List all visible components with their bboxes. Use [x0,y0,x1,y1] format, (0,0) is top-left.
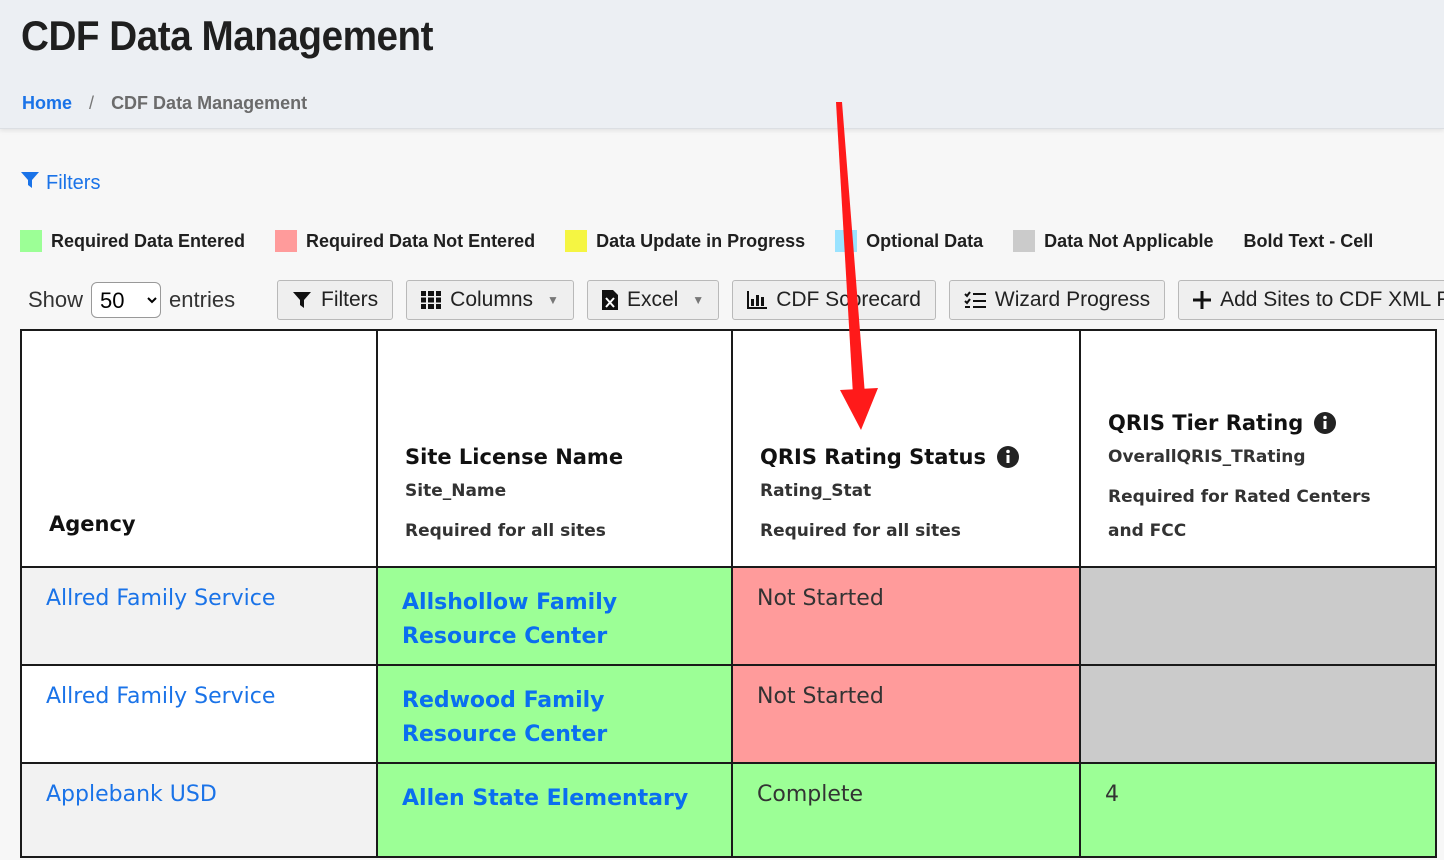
legend-swatch-blue [835,230,858,252]
page-header: CDF Data Management Home / CDF Data Mana… [0,0,1444,129]
wizard-progress-button-label: Wizard Progress [994,288,1151,311]
show-entries-prefix: Show [28,287,84,312]
table-row: Allred Family Service Redwood Family Res… [20,664,1437,764]
breadcrumb-home-link[interactable]: Home [22,93,72,113]
site-name-link[interactable]: Allen State Elementary [402,786,688,811]
filters-button-label: Filters [321,288,379,311]
legend-swatch-red [275,230,298,252]
table-toolbar: Filters Columns ▼ Excel ▼ CDF Scorecard … [277,280,1444,320]
column-header-qris-tier-rating[interactable]: QRIS Tier Rating OverallQRIS_TRating Req… [1079,329,1437,568]
legend-label: Data Update in Progress [596,230,806,251]
column-header-site-license-name[interactable]: Site License Name Site_Name Required for… [376,329,733,568]
caret-down-icon: ▼ [692,293,705,307]
legend-required-not-entered: Required Data Not Entered [275,230,535,252]
cdf-scorecard-button[interactable]: CDF Scorecard [732,280,936,320]
rating-status-cell[interactable]: Not Started [731,664,1081,764]
filters-button[interactable]: Filters [277,280,394,320]
columns-button-label: Columns [450,288,534,311]
table-header-row: Agency Site License Name Site_Name Requi… [20,329,1437,568]
checklist-icon [964,291,986,309]
column-title-row: QRIS Tier Rating [1108,411,1395,435]
column-field-name: Site_Name [405,481,507,501]
agency-link[interactable]: Allred Family Service [46,684,275,709]
agency-cell: Allred Family Service [20,566,378,666]
filter-funnel-icon [20,170,40,196]
legend-not-applicable: Data Not Applicable [1013,230,1214,252]
site-name-cell: Allen State Elementary [376,762,733,858]
cdf-scorecard-button-label: CDF Scorecard [776,288,921,311]
column-title: Agency [49,512,136,536]
legend-swatch-green [20,230,42,252]
table-row: Allred Family Service Allshollow Family … [20,566,1437,666]
cdf-data-table: Agency Site License Name Site_Name Requi… [20,329,1437,858]
color-legend: Required Data Entered Required Data Not … [20,230,1403,252]
legend-label: Optional Data [866,230,984,251]
column-title: QRIS Rating Status [760,445,986,469]
legend-label: Required Data Not Entered [306,230,536,251]
legend-bold-note: Bold Text - Cell [1243,230,1374,251]
page-title: CDF Data Management [21,12,434,59]
breadcrumb-current: CDF Data Management [111,93,308,113]
legend-label: Required Data Entered [51,230,246,251]
tier-rating-cell[interactable] [1079,566,1437,666]
column-field-name: OverallQRIS_TRating [1108,447,1306,467]
legend-swatch-yellow [565,230,588,252]
info-icon[interactable] [996,445,1020,469]
grid-icon [421,291,442,309]
column-header-qris-rating-status[interactable]: QRIS Rating Status Rating_Stat Required … [731,329,1081,568]
bar-chart-icon [747,291,768,309]
column-title: Site License Name [405,445,624,469]
column-requirement: Required for all sites [760,521,961,541]
column-field-name: Rating_Stat [760,481,872,501]
site-name-cell: Redwood Family Resource Center [376,664,733,764]
breadcrumb: Home / CDF Data Management [22,93,307,114]
legend-swatch-gray [1013,230,1036,252]
entries-per-page-select[interactable]: 50 [91,282,162,318]
column-title: QRIS Tier Rating [1108,411,1304,435]
site-name-link[interactable]: Redwood Family Resource Center [402,688,607,747]
plus-icon [1193,291,1212,309]
rating-status-cell[interactable]: Not Started [731,566,1081,666]
table-row: Applebank USD Allen State Elementary Com… [20,762,1437,858]
agency-link[interactable]: Applebank USD [46,782,217,807]
column-requirement: Required for all sites [405,521,606,541]
legend-optional-data: Optional Data [835,230,983,252]
tier-rating-cell[interactable]: 4 [1079,762,1437,858]
column-title-row: QRIS Rating Status [760,445,1059,469]
columns-button[interactable]: Columns ▼ [406,280,574,320]
breadcrumb-separator: / [89,93,95,113]
rating-status-cell[interactable]: Complete [731,762,1081,858]
legend-required-entered: Required Data Entered [20,230,245,252]
column-requirement: Required for Rated Centers and FCC [1108,487,1371,541]
excel-button[interactable]: Excel ▼ [586,280,720,320]
legend-label: Data Not Applicable [1044,230,1214,251]
show-entries-control: Show 50 entries [28,282,235,318]
info-icon[interactable] [1313,411,1337,435]
excel-button-label: Excel [626,288,679,311]
agency-cell: Allred Family Service [20,664,378,764]
agency-link[interactable]: Allred Family Service [46,586,275,611]
site-name-cell: Allshollow Family Resource Center [376,566,733,666]
wizard-progress-button[interactable]: Wizard Progress [948,280,1166,320]
column-header-agency[interactable]: Agency [20,329,378,568]
add-sites-button-label: Add Sites to CDF XML Re [1220,288,1444,311]
add-sites-to-cdf-xml-button[interactable]: Add Sites to CDF XML Re [1178,280,1444,320]
excel-file-icon [601,290,618,310]
caret-down-icon: ▼ [547,293,559,307]
legend-update-in-progress: Data Update in Progress [565,230,805,252]
filter-funnel-icon [292,290,312,310]
agency-cell: Applebank USD [20,762,378,858]
filters-link-label: Filters [46,171,101,194]
legend-bold-text-note: Bold Text - Cell [1244,231,1374,252]
tier-rating-cell[interactable] [1079,664,1437,764]
site-name-link[interactable]: Allshollow Family Resource Center [402,590,617,649]
show-entries-suffix: entries [169,287,236,312]
filters-toggle-link[interactable]: Filters [20,170,100,196]
